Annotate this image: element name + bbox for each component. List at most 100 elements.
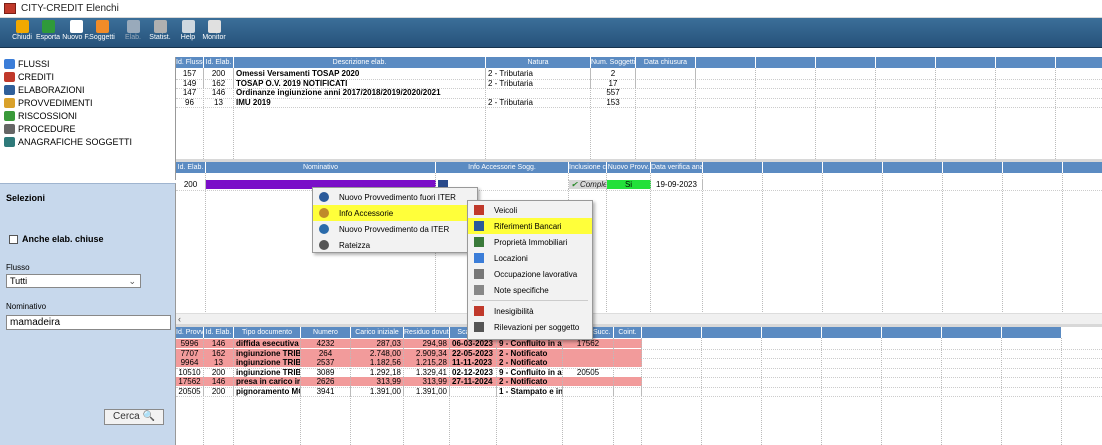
table-cell: 153 bbox=[591, 97, 636, 107]
toolbar-button-monitor[interactable]: Monitor bbox=[200, 20, 228, 46]
column-header[interactable]: Carico iniziale bbox=[351, 327, 404, 338]
submenu-item-riferimenti-bancari[interactable]: Riferimenti Bancari bbox=[468, 218, 592, 234]
table-cell: diffida esecutiva bbox=[234, 339, 301, 348]
toolbar-label: Help bbox=[180, 34, 196, 41]
table-cell: 200 bbox=[204, 386, 234, 396]
check-icon: ✔ bbox=[571, 180, 580, 189]
table-row[interactable]: 996413ingiunzione TRIBUT25371.182,561.21… bbox=[176, 358, 642, 367]
column-header-empty bbox=[1063, 162, 1102, 173]
submenu-item-propriet-immobiliari[interactable]: Proprietà Immobiliari bbox=[468, 234, 592, 250]
table-row[interactable]: 149 162 TOSAP O.V. 2019 NOTIFICATI 2 - Trib… bbox=[176, 78, 696, 88]
tree-item-crediti[interactable]: CREDITI bbox=[0, 70, 175, 83]
toolbar-button-esporta[interactable]: Esporta bbox=[34, 20, 62, 46]
table-cell: 146 bbox=[204, 377, 234, 386]
nominativo-input[interactable]: mamadeira bbox=[6, 315, 171, 330]
table-row[interactable]: 147 146 Ordinanze ingiunzione anni 2017/20… bbox=[176, 88, 696, 97]
submenu-item-inesigibilit-[interactable]: Inesigibilità bbox=[468, 303, 592, 319]
tree-item-provvedimenti[interactable]: PROVVEDIMENTI bbox=[0, 96, 175, 109]
column-header[interactable]: Coint. bbox=[614, 327, 642, 338]
grid-vline bbox=[822, 173, 823, 324]
checkbox-box[interactable] bbox=[9, 234, 18, 244]
column-header[interactable]: Descrizione elab. bbox=[234, 57, 486, 68]
table-row[interactable]: 17562146presa in carico impo2626313,9931… bbox=[176, 377, 642, 386]
submenu-item-occupazione-lavorativa[interactable]: Occupazione lavorativa bbox=[468, 266, 592, 282]
toolbar-button-statist[interactable]: Statist. bbox=[146, 20, 174, 46]
column-header[interactable]: Inclusione cred. bbox=[569, 162, 607, 173]
column-header[interactable]: Nuovo Provv. bbox=[607, 162, 651, 173]
menu-item-nuovo-provvedimento-da-iter[interactable]: Nuovo Provvedimento da ITER› bbox=[313, 221, 477, 237]
table-cell: 2 - Tributaria bbox=[486, 69, 591, 78]
submenu-item-locazioni[interactable]: Locazioni bbox=[468, 250, 592, 266]
row-line bbox=[176, 396, 1102, 397]
table-cell: 19-09-2023 bbox=[651, 180, 703, 189]
toolbar-button-nuovof[interactable]: Nuovo F. bbox=[62, 20, 90, 46]
table-cell: 9 - Confluito in alt bbox=[497, 339, 563, 348]
table-row[interactable]: 5996 146 diffida esecutiva 4232 287,03 294,98… bbox=[176, 339, 642, 348]
elaborations-grid: Id. Flusso Id. Elab. Descrizione elab. Natu… bbox=[176, 57, 1102, 159]
table-cell: ingiunzione TRIBUT bbox=[234, 348, 301, 358]
column-header[interactable]: Residuo dovuto bbox=[404, 327, 450, 338]
table-cell: 1.391,00 bbox=[351, 386, 404, 396]
tree-item-riscossioni[interactable]: RISCOSSIONI bbox=[0, 109, 175, 122]
column-header[interactable]: Tipo documento bbox=[234, 327, 301, 338]
search-button[interactable]: Cerca 🔍 bbox=[104, 409, 164, 425]
toolbar-button-elab: Elab. bbox=[119, 20, 147, 46]
column-header[interactable]: Id. Flusso bbox=[176, 57, 204, 68]
table-cell: 9964 bbox=[176, 358, 204, 367]
chevron-down-icon[interactable]: ⌄ bbox=[128, 275, 136, 287]
table-cell: 3089 bbox=[301, 367, 351, 377]
toolbar-button-chiudi[interactable]: Chiudi bbox=[8, 20, 36, 46]
submenu-item-rilevazioni-per-soggetto[interactable]: Rilevazioni per soggetto bbox=[468, 319, 592, 335]
table-cell: Ordinanze ingiunzione anni 2017/2018/201… bbox=[234, 88, 486, 97]
flusso-select[interactable]: Tutti ⌄ bbox=[6, 274, 141, 288]
scroll-left-icon[interactable]: ‹ bbox=[178, 314, 181, 324]
submenu-item-veicoli[interactable]: Veicoli bbox=[468, 202, 592, 218]
column-header[interactable]: Id. Elab. bbox=[204, 327, 234, 338]
table-row[interactable]: 10510200ingiunzione TRIBUT30891.292,181.… bbox=[176, 367, 642, 377]
toolbar-label: Chiudi bbox=[12, 34, 32, 41]
column-header[interactable]: Info Accessorie Sogg. bbox=[436, 162, 569, 173]
menu-item-nuovo-provvedimento-fuori-iter[interactable]: Nuovo Provvedimento fuori ITER bbox=[313, 189, 477, 205]
closed-elab-checkbox[interactable]: Anche elab. chiuse bbox=[9, 234, 104, 244]
column-header-empty bbox=[696, 57, 756, 68]
table-cell: 200 bbox=[176, 180, 206, 189]
menu-item-label: Veicoli bbox=[494, 205, 518, 215]
menu-item-label: Nuovo Provvedimento da ITER bbox=[339, 224, 450, 234]
toolbar-label: Soggetti bbox=[89, 34, 115, 41]
horizontal-scrollbar[interactable]: ‹ bbox=[176, 313, 1102, 324]
table-row[interactable]: 96 13 IMU 2019 2 - Tributaria 153 bbox=[176, 97, 696, 107]
table-row[interactable]: 20505200pignoramento MOBI39411.391,001.3… bbox=[176, 386, 642, 396]
tree-item-elaborazioni[interactable]: ELABORAZIONI bbox=[0, 83, 175, 96]
tree-item-procedure[interactable]: PROCEDURE bbox=[0, 122, 175, 135]
table-cell bbox=[563, 348, 614, 358]
column-header[interactable]: Numero bbox=[301, 327, 351, 338]
column-header[interactable]: Id. Provv. bbox=[176, 327, 204, 338]
toolbar-button-soggetti[interactable]: Soggetti bbox=[88, 20, 116, 46]
table-cell: 157 bbox=[176, 69, 204, 78]
column-header[interactable]: Id. Elab. bbox=[176, 162, 206, 173]
column-header[interactable]: Num. Soggetti bbox=[591, 57, 636, 68]
tree-item-flussi[interactable]: FLUSSI bbox=[0, 57, 175, 70]
table-cell: Si bbox=[607, 180, 651, 189]
column-header[interactable]: Data chiusura bbox=[636, 57, 696, 68]
tree-item-anagrafiche-soggetti[interactable]: ANAGRAFICHE SOGGETTI bbox=[0, 135, 175, 148]
submenu-item-note-specifiche[interactable]: Note specifiche bbox=[468, 282, 592, 298]
column-header-empty bbox=[762, 327, 822, 338]
column-header[interactable]: Data verifica anag. bbox=[651, 162, 703, 173]
table-cell: 2 - Notificato bbox=[497, 377, 563, 386]
toolbar-button-help[interactable]: Help bbox=[174, 20, 202, 46]
menu-separator bbox=[472, 300, 588, 301]
menu-item-info-accessorie[interactable]: Info Accessorie› bbox=[313, 205, 477, 221]
provisions-grid: Id. Provv. Id. Elab. Tipo documento Numero C… bbox=[176, 327, 1102, 445]
table-cell bbox=[614, 386, 642, 396]
table-row[interactable]: 7707162ingiunzione TRIBUT2642.748,002.90… bbox=[176, 348, 642, 358]
column-header[interactable]: Id. Elab. bbox=[204, 57, 234, 68]
table-cell: 20505 bbox=[176, 386, 204, 396]
column-header[interactable]: Nominativo bbox=[206, 162, 436, 173]
table-cell: 20505 bbox=[563, 367, 614, 377]
table-row[interactable]: 157 200 Omessi Versamenti TOSAP 2020 2 - Tr… bbox=[176, 69, 696, 78]
flusso-value: Tutti bbox=[10, 276, 28, 286]
menu-item-rateizza[interactable]: Rateizza bbox=[313, 237, 477, 253]
column-header[interactable]: Natura bbox=[486, 57, 591, 68]
building-icon bbox=[474, 253, 484, 263]
